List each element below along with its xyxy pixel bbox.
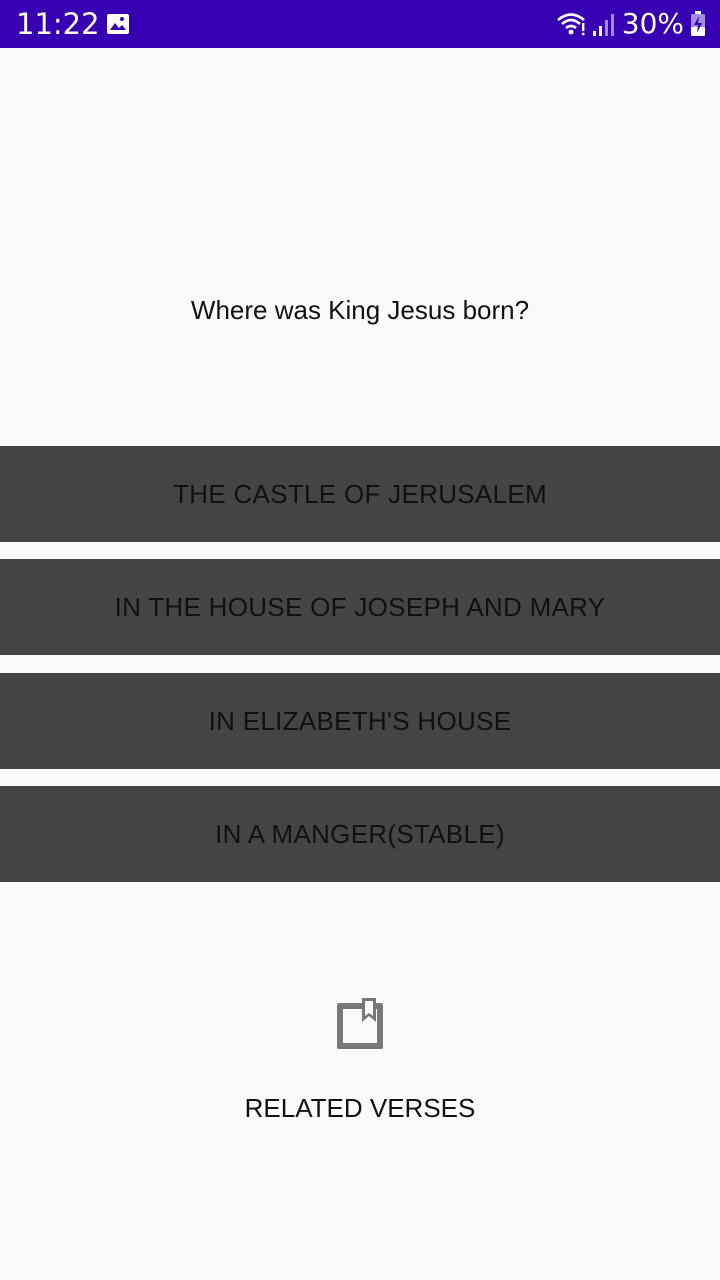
status-time: 11:22 <box>16 7 100 41</box>
answer-option-3[interactable]: IN ELIZABETH'S HOUSE <box>0 673 720 769</box>
related-verses-label: RELATED VERSES <box>244 1093 476 1123</box>
wifi-icon <box>556 13 585 36</box>
gallery-icon <box>107 14 129 34</box>
answer-option-1[interactable]: THE CASTLE OF JERUSALEM <box>0 446 720 542</box>
battery-charging-icon <box>691 11 705 36</box>
status-bar: 11:22 30% <box>0 0 720 48</box>
bookmark-icon <box>337 998 383 1049</box>
battery-percent: 30% <box>621 7 684 40</box>
status-right-group: 30% <box>556 8 706 40</box>
related-verses-button[interactable]: RELATED VERSES <box>210 990 510 1130</box>
answer-option-4[interactable]: IN A MANGER(STABLE) <box>0 786 720 882</box>
signal-icon <box>592 14 614 36</box>
answer-option-2[interactable]: IN THE HOUSE OF JOSEPH AND MARY <box>0 559 720 655</box>
question-text: Where was King Jesus born? <box>190 295 530 325</box>
